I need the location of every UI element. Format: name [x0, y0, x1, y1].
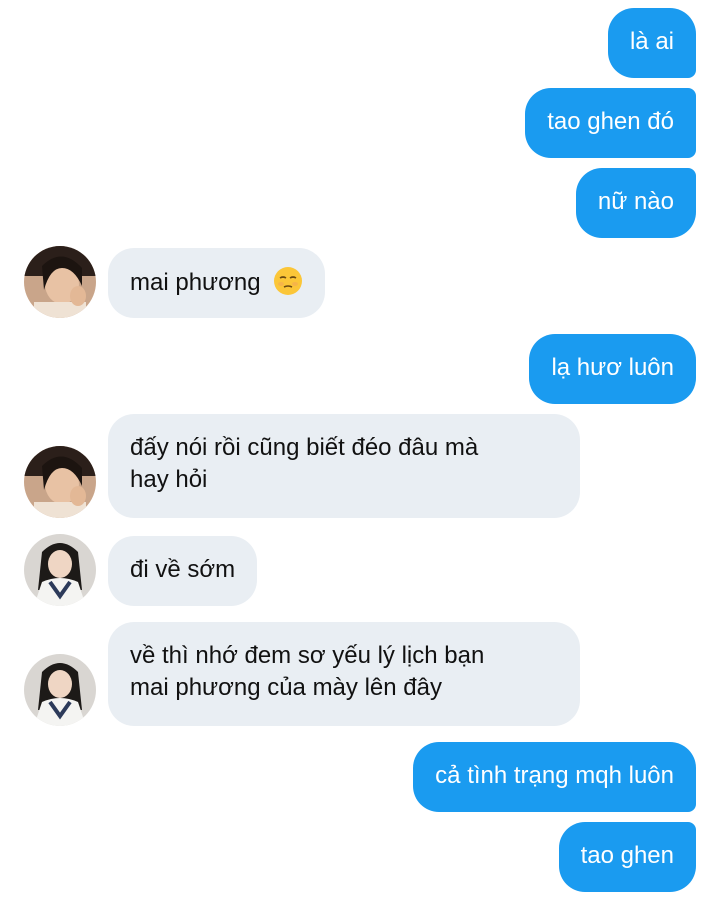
incoming-message[interactable]: đi về sớm	[108, 536, 258, 606]
avatar-photo-icon	[24, 446, 96, 518]
avatar-photo-icon	[24, 654, 96, 726]
avatar-photo-icon	[24, 534, 96, 606]
message-text-line: mai phương của mày lên đây	[130, 674, 442, 701]
chat-thread: là ai tao ghen đó nữ nào mai phương lạ h…	[0, 0, 720, 899]
outgoing-message[interactable]: cả tình trạng mqh luôn	[413, 742, 696, 812]
message-text-line: về thì nhớ đem sơ yếu lý lịch bạn	[130, 642, 485, 669]
outgoing-message[interactable]: tao ghen đó	[525, 88, 696, 158]
message-text: lạ hươ luôn	[551, 354, 674, 381]
message-text: đi về sớm	[130, 556, 236, 583]
contact-avatar[interactable]	[24, 534, 96, 606]
outgoing-message[interactable]: lạ hươ luôn	[529, 334, 696, 404]
outgoing-message[interactable]: nữ nào	[575, 168, 696, 238]
outgoing-message[interactable]: là ai	[607, 8, 696, 78]
message-text-line: đấy nói rồi cũng biết đéo đâu mà	[130, 434, 479, 461]
contact-avatar[interactable]	[24, 246, 96, 318]
incoming-message[interactable]: mai phương	[108, 248, 326, 318]
incoming-message[interactable]: về thì nhớ đem sơ yếu lý lịch bạn mai ph…	[108, 622, 580, 726]
message-text-line: hay hỏi	[130, 466, 208, 493]
contact-avatar[interactable]	[24, 654, 96, 726]
message-text: mai phương	[130, 269, 261, 296]
outgoing-message[interactable]: tao ghen	[558, 822, 696, 892]
message-text: tao ghen đó	[547, 108, 674, 135]
unamused-face-icon	[274, 267, 303, 295]
message-text: nữ nào	[597, 188, 674, 215]
message-text: là ai	[629, 28, 674, 55]
avatar-photo-icon	[24, 246, 96, 318]
contact-avatar[interactable]	[24, 446, 96, 518]
message-text: cả tình trạng mqh luôn	[435, 762, 674, 789]
message-text: tao ghen	[580, 842, 674, 869]
incoming-message[interactable]: đấy nói rồi cũng biết đéo đâu mà hay hỏi	[108, 414, 580, 518]
